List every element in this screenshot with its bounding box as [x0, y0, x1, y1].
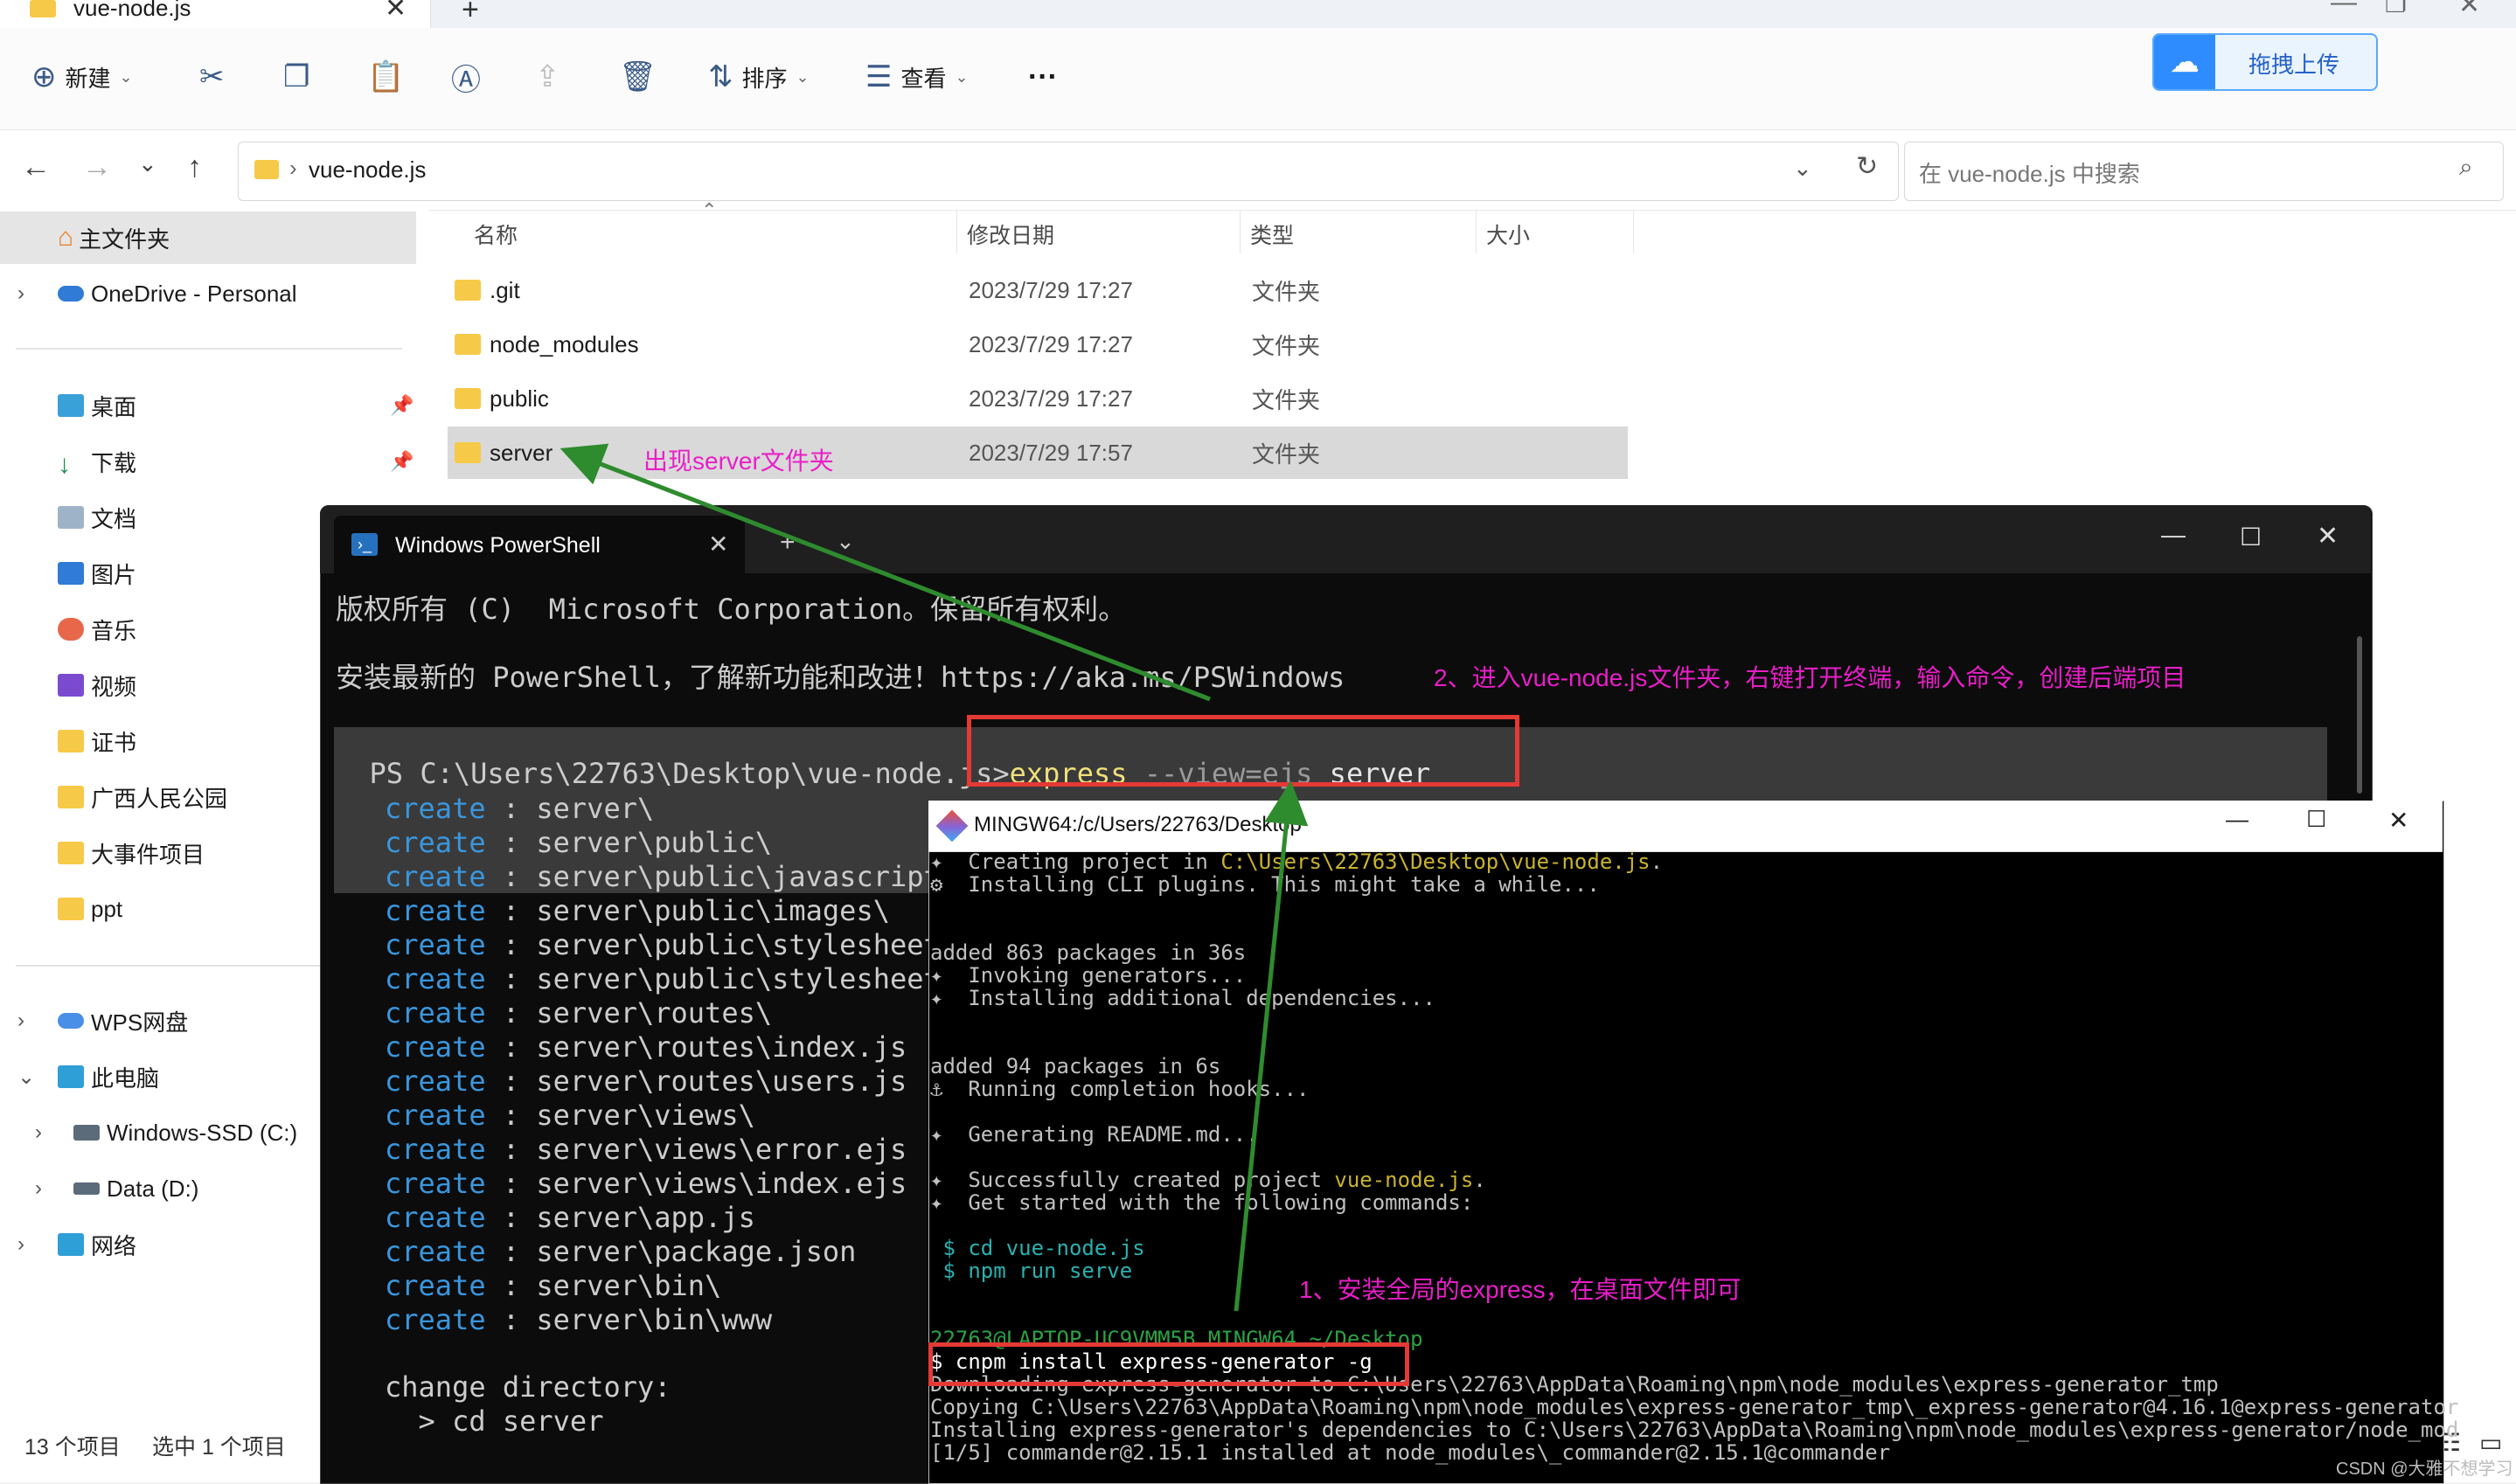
watermark: CSDN @大雅不想学习	[2336, 1460, 2513, 1479]
annotation-arrows	[559, 443, 1309, 1312]
arrow-command-to-server	[559, 443, 1211, 702]
arrow-install-to-command	[1234, 780, 1309, 1312]
